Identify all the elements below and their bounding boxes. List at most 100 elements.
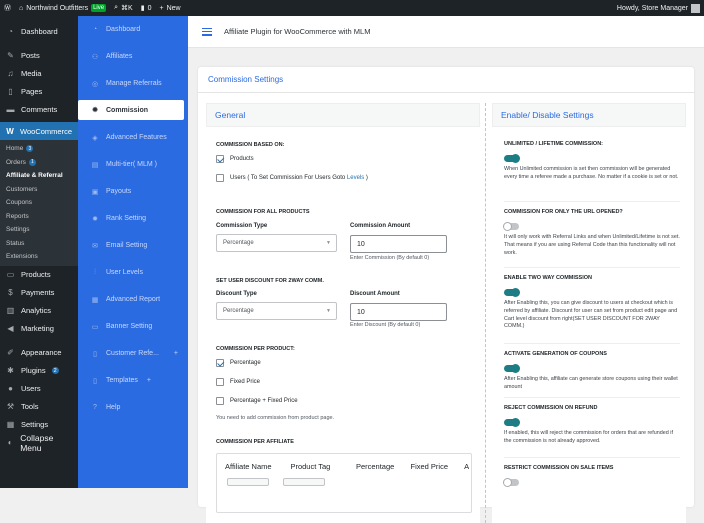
- users-checkbox[interactable]: [216, 174, 224, 182]
- two-way-commission-toggle[interactable]: [504, 288, 520, 297]
- unlimited-commission-toggle[interactable]: [504, 154, 520, 163]
- percentage-fixed-checkbox[interactable]: [216, 397, 224, 405]
- plugnav-user-levels[interactable]: ⫶ User Levels: [78, 259, 188, 286]
- menu-comments[interactable]: ▬ Comments: [0, 100, 78, 118]
- menu-products[interactable]: ▭ Products: [0, 266, 78, 284]
- avatar: [691, 3, 700, 13]
- submenu-settings[interactable]: Settings: [0, 223, 78, 237]
- discount-amount-input[interactable]: 10: [350, 303, 447, 321]
- percentage-checkbox-row[interactable]: Percentage: [216, 359, 261, 367]
- plugnav-rank-setting[interactable]: ✹ Rank Setting: [78, 205, 188, 232]
- wallet-icon: ▣: [91, 188, 99, 196]
- hamburger-menu-icon[interactable]: [202, 27, 212, 36]
- checkbox-label: Users ( To Set Commission For Users Goto…: [230, 175, 368, 181]
- submenu-extensions[interactable]: Extensions: [0, 250, 78, 264]
- command-palette-button[interactable]: ⌕ ⌘K: [110, 0, 137, 16]
- site-name-link[interactable]: ⌂ Northwind Outfitters Live: [15, 0, 110, 16]
- users-checkbox-row[interactable]: Users ( To Set Commission For Users Goto…: [216, 174, 368, 182]
- plugnav-label: Multi-tier( MLM ): [106, 161, 157, 168]
- dashboard-icon: ◔: [92, 26, 98, 33]
- restrict-sale-items-toggle[interactable]: [503, 478, 519, 487]
- menu-dashboard[interactable]: ◔ Dashboard: [0, 22, 78, 40]
- menu-label: WooCommerce: [20, 126, 72, 136]
- commission-type-label: Commission Type: [216, 223, 268, 229]
- general-heading: General: [206, 103, 480, 127]
- product-tag-select[interactable]: [283, 478, 325, 486]
- setting-url-opened: COMMISSION FOR ONLY THE URL OPENED? It w…: [503, 209, 680, 257]
- plugin-navigation: ◔ Dashboard ⚇ Affiliates ◎ Manage Referrals…: [78, 16, 188, 488]
- menu-tools[interactable]: ⚒ Tools: [0, 398, 78, 416]
- submenu-reports[interactable]: Reports: [0, 210, 78, 224]
- expand-plus-icon[interactable]: +: [174, 350, 178, 357]
- media-icon: ♫: [7, 68, 14, 78]
- plugnav-multi-tier[interactable]: ▤ Multi-tier( MLM ): [78, 151, 188, 178]
- user-account-menu[interactable]: Howdy, Store Manager: [617, 3, 704, 13]
- fixed-price-checkbox[interactable]: [216, 378, 224, 386]
- menu-payments[interactable]: $ Payments: [0, 284, 78, 302]
- plugnav-payouts[interactable]: ▣ Payouts: [78, 178, 188, 205]
- plugnav-affiliates[interactable]: ⚇ Affiliates: [78, 43, 188, 70]
- plugnav-advanced-features[interactable]: ◈ Advanced Features: [78, 124, 188, 151]
- plugnav-commission[interactable]: ✹ Commission: [78, 100, 184, 120]
- levels-link[interactable]: Levels: [347, 175, 364, 181]
- plugnav-label: Rank Setting: [106, 215, 147, 222]
- plugnav-label: Advanced Features: [106, 134, 167, 141]
- discount-type-select[interactable]: Percentage ▼: [216, 302, 337, 320]
- menu-media[interactable]: ♫ Media: [0, 64, 78, 82]
- submenu-customers[interactable]: Customers: [0, 183, 78, 197]
- wordpress-logo-icon[interactable]: Ⓦ: [0, 0, 15, 16]
- submenu-coupons[interactable]: Coupons: [0, 196, 78, 210]
- fixed-price-checkbox-row[interactable]: Fixed Price: [216, 378, 260, 386]
- plugnav-customer-referral[interactable]: ▯ Customer Refe... +: [78, 340, 188, 367]
- menu-marketing[interactable]: ◀ Marketing: [0, 320, 78, 338]
- submenu-home[interactable]: Home 3: [0, 142, 78, 156]
- percentage-fixed-checkbox-row[interactable]: Percentage + Fixed Price: [216, 397, 298, 405]
- plugnav-email-setting[interactable]: ✉ Email Setting: [78, 232, 188, 259]
- commission-amount-input[interactable]: 10: [350, 235, 447, 253]
- plugnav-templates[interactable]: ▯ Templates +: [78, 367, 188, 394]
- submenu-status[interactable]: Status: [0, 237, 78, 251]
- new-content-link[interactable]: + New: [155, 0, 184, 16]
- col-truncated: A: [464, 461, 470, 471]
- menu-pages[interactable]: ▯ Pages: [0, 82, 78, 100]
- plugnav-advanced-report[interactable]: ▦ Advanced Report: [78, 286, 188, 313]
- menu-users[interactable]: ● Users: [0, 380, 78, 398]
- enable-disable-column: Enable/ Disable Settings UNLIMITED / LIF…: [492, 103, 686, 523]
- menu-appearance[interactable]: ✐ Appearance: [0, 344, 78, 362]
- menu-collapse[interactable]: ◐ Collapse Menu: [0, 433, 78, 453]
- setting-title: COMMISSION FOR ONLY THE URL OPENED?: [504, 209, 623, 215]
- menu-analytics[interactable]: ▥ Analytics: [0, 302, 78, 320]
- plugnav-dashboard[interactable]: ◔ Dashboard: [78, 16, 188, 43]
- setting-two-way-commission: ENABLE TWO WAY COMMISSION After Enabling…: [504, 275, 680, 331]
- users-label-text: Users ( To Set Commission For Users Goto: [230, 175, 347, 181]
- submenu-orders[interactable]: Orders 1: [0, 156, 78, 170]
- plugnav-manage-referrals[interactable]: ◎ Manage Referrals: [78, 70, 188, 97]
- reject-on-refund-toggle[interactable]: [504, 418, 520, 427]
- submenu-affiliate[interactable]: Affiliate & Referral: [0, 169, 78, 183]
- percentage-checkbox[interactable]: [216, 359, 224, 367]
- comment-icon: ▮: [140, 5, 145, 12]
- generate-coupons-toggle[interactable]: [504, 364, 520, 373]
- brush-icon: ✐: [7, 348, 14, 357]
- toggle-knob: [511, 418, 520, 427]
- products-checkbox[interactable]: [216, 155, 224, 163]
- menu-settings[interactable]: ▦ Settings: [0, 416, 78, 434]
- menu-posts[interactable]: ✎ Posts: [0, 46, 78, 64]
- products-checkbox-row[interactable]: Products: [216, 155, 254, 163]
- menu-plugins[interactable]: ✱ Plugins 2: [0, 362, 78, 380]
- plugnav-help[interactable]: ? Help: [78, 394, 188, 421]
- comments-link[interactable]: ▮ 0: [137, 0, 156, 16]
- expand-plus-icon[interactable]: +: [147, 377, 151, 384]
- plugnav-banner-setting[interactable]: ▭ Banner Setting: [78, 313, 188, 340]
- url-opened-toggle[interactable]: [503, 222, 519, 231]
- setting-description: When Unlimited commission is set then co…: [504, 166, 679, 180]
- live-badge: Live: [91, 4, 107, 12]
- plus-icon: +: [159, 4, 164, 12]
- menu-woocommerce[interactable]: W WooCommerce: [0, 122, 78, 140]
- affiliate-select[interactable]: [227, 478, 269, 486]
- col-product-tag: Product Tag: [290, 461, 331, 471]
- admin-sidebar: ◔ Dashboard ✎ Posts ♫ Media ▯ Pages ▬ Comment…: [0, 16, 78, 488]
- user-icon: ●: [8, 384, 13, 393]
- menu-label: Tools: [21, 402, 39, 411]
- commission-type-select[interactable]: Percentage ▼: [216, 234, 337, 252]
